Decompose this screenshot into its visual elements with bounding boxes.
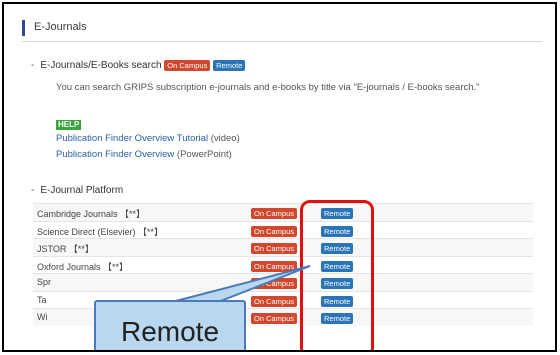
remote-callout: Remote [94,300,246,350]
callout-text: Remote [120,316,220,347]
callout-pointer [171,265,311,303]
screenshot-frame: E-Journals - E-Journals/E-Books search On… [2,2,557,352]
